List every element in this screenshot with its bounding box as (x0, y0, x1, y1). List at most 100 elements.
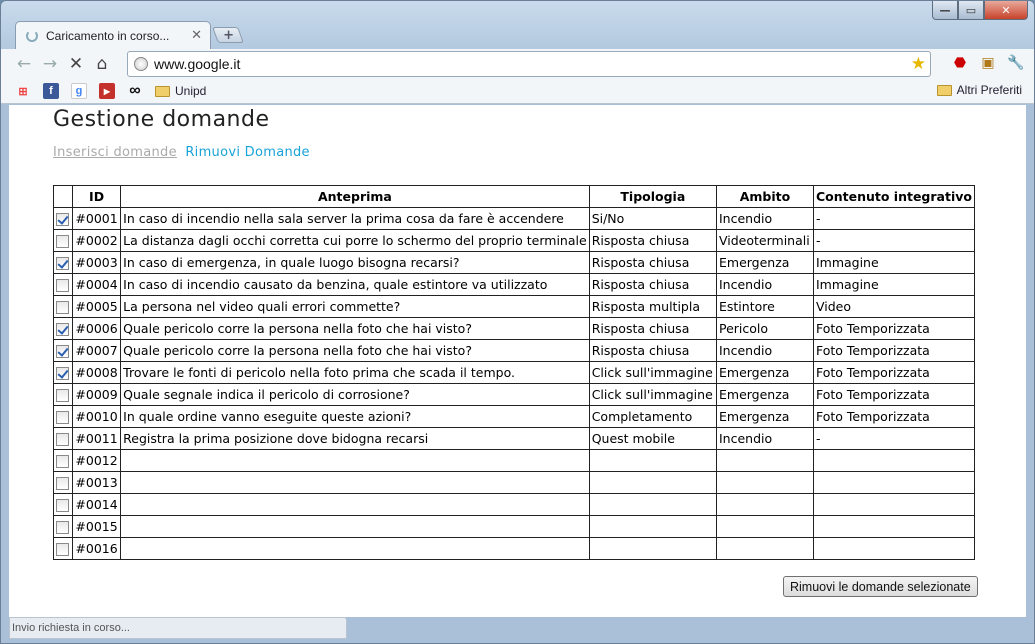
row-checkbox[interactable] (56, 323, 70, 336)
cell-preview: Quale pericolo corre la persona nella fo… (120, 317, 590, 340)
table-row: #0011 Registra la prima posizione dove bi… (53, 427, 975, 450)
table-row: #0007 Quale pericolo corre la persona nel… (53, 339, 975, 362)
table-row: #0008 Trovare le fonti di pericolo nella … (53, 361, 975, 384)
table-row: #0001 In caso di incendio nella sala serv… (53, 207, 975, 230)
window-edge (1026, 105, 1034, 617)
row-select-cell (53, 317, 73, 340)
table-row: #0003 In caso di emergenza, in quale luog… (53, 251, 975, 274)
infinity-icon[interactable]: ∞ (127, 82, 143, 99)
back-arrow-icon[interactable]: ← (11, 51, 37, 77)
cell-id: #0001 (71, 207, 122, 230)
page-content: Gestione domande Inserisci domande Rimuo… (9, 105, 1026, 617)
url-text[interactable]: www.google.it (154, 56, 911, 72)
remove-questions-link[interactable]: Rimuovi Domande (185, 145, 310, 160)
facebook-icon[interactable]: f (43, 83, 59, 99)
cell-extra (812, 471, 975, 494)
minimize-button[interactable]: — (932, 1, 958, 20)
address-bar[interactable]: www.google.it ★ (127, 51, 931, 77)
row-checkbox[interactable] (56, 389, 70, 402)
row-checkbox[interactable] (56, 543, 70, 556)
cell-preview: La persona nel video quali errori commet… (120, 295, 590, 318)
page-nav: Inserisci domande Rimuovi Domande (53, 145, 310, 160)
cell-id: #0002 (71, 229, 122, 252)
cell-scope: Emergenza (716, 251, 814, 274)
table-row: #0016 (53, 537, 975, 560)
cell-preview: In caso di incendio nella sala server la… (120, 207, 590, 230)
cell-id: #0003 (71, 251, 122, 274)
stop-icon[interactable]: ✕ (63, 51, 89, 77)
status-bar: Invio richiesta in corso... (9, 617, 347, 639)
cell-scope: Videoterminali (716, 229, 814, 252)
box-extension-icon[interactable]: ▣ (978, 53, 998, 73)
stop-extension-icon[interactable]: ⬣ (950, 53, 970, 73)
row-select-cell (53, 295, 73, 318)
folder-icon (936, 84, 952, 96)
cell-extra: Foto Temporizzata (812, 405, 975, 428)
cell-type (588, 493, 718, 516)
questions-table-container[interactable]: ID Anteprima Tipologia Ambito Contenuto … (53, 185, 975, 560)
bookmark-star-icon[interactable]: ★ (911, 54, 926, 74)
youtube-icon[interactable]: ▶ (99, 83, 115, 99)
maximize-button[interactable]: ▭ (958, 1, 984, 20)
row-checkbox[interactable] (56, 257, 70, 270)
cell-type: Risposta chiusa (588, 229, 718, 252)
cell-scope: Estintore (716, 295, 814, 318)
cell-preview: Quale pericolo corre la persona nella fo… (120, 339, 590, 362)
row-checkbox[interactable] (56, 301, 70, 314)
questions-table: ID Anteprima Tipologia Ambito Contenuto … (53, 185, 975, 560)
insert-questions-link[interactable]: Inserisci domande (53, 145, 177, 160)
other-bookmarks[interactable]: Altri Preferiti (936, 83, 1022, 97)
row-checkbox[interactable] (56, 455, 70, 468)
row-select-cell (53, 383, 73, 406)
cell-id: #0012 (71, 449, 122, 472)
cell-extra: Foto Temporizzata (812, 339, 975, 362)
close-tab-icon[interactable]: ✕ (191, 28, 202, 43)
table-row: #0006 Quale pericolo corre la persona nel… (53, 317, 975, 340)
row-select-cell (53, 207, 73, 230)
cell-preview: Quale segnale indica il pericolo di corr… (120, 383, 590, 406)
cell-id: #0007 (71, 339, 122, 362)
cell-extra: Immagine (812, 273, 975, 296)
row-checkbox[interactable] (56, 477, 70, 490)
table-row: #0004 In caso di incendio causato da benz… (53, 273, 975, 296)
table-row: #0009 Quale segnale indica il pericolo di… (53, 383, 975, 406)
header-id: ID (71, 185, 122, 208)
header-scope: Ambito (716, 185, 814, 208)
new-tab-button[interactable]: + (212, 27, 244, 43)
forward-arrow-icon[interactable]: → (37, 51, 63, 77)
cell-preview (120, 471, 590, 494)
cell-type: Risposta chiusa (588, 251, 718, 274)
row-checkbox[interactable] (56, 521, 70, 534)
browser-tab[interactable]: Caricamento in corso... ✕ (15, 21, 211, 49)
row-checkbox[interactable] (56, 235, 70, 248)
row-select-cell (53, 449, 73, 472)
wrench-icon[interactable]: 🔧 (1006, 53, 1026, 73)
cell-scope: Pericolo (716, 317, 814, 340)
windows-icon[interactable]: ⊞ (15, 83, 31, 99)
browser-window: — ▭ ✕ Caricamento in corso... ✕ + ← → ✕ … (0, 0, 1035, 644)
folder-icon (155, 85, 170, 97)
row-checkbox[interactable] (56, 499, 70, 512)
cell-scope (716, 515, 814, 538)
row-checkbox[interactable] (56, 279, 70, 292)
row-checkbox[interactable] (56, 213, 70, 226)
header-extra-content: Contenuto integrativo (812, 185, 975, 208)
row-checkbox[interactable] (56, 411, 70, 424)
tab-title: Caricamento in corso... (46, 28, 170, 43)
cell-type: Risposta multipla (588, 295, 718, 318)
cell-preview (120, 449, 590, 472)
cell-scope: Emergenza (716, 361, 814, 384)
bookmark-folder-unipd[interactable]: Unipd (155, 84, 206, 98)
google-icon[interactable]: g (71, 83, 87, 99)
close-window-button[interactable]: ✕ (984, 1, 1028, 20)
home-icon[interactable]: ⌂ (89, 51, 115, 77)
title-bar: — ▭ ✕ Caricamento in corso... ✕ + (1, 1, 1034, 49)
remove-selected-button[interactable]: Rimuovi le domande selezionate (783, 576, 978, 597)
cell-type: Quest mobile (588, 427, 718, 450)
row-checkbox[interactable] (56, 345, 70, 358)
row-checkbox[interactable] (56, 367, 70, 380)
page-title: Gestione domande (53, 107, 270, 132)
browser-toolbar: ← → ✕ ⌂ www.google.it ★ ⬣ ▣ 🔧 (1, 49, 1034, 79)
row-checkbox[interactable] (56, 433, 70, 446)
cell-preview (120, 537, 590, 560)
